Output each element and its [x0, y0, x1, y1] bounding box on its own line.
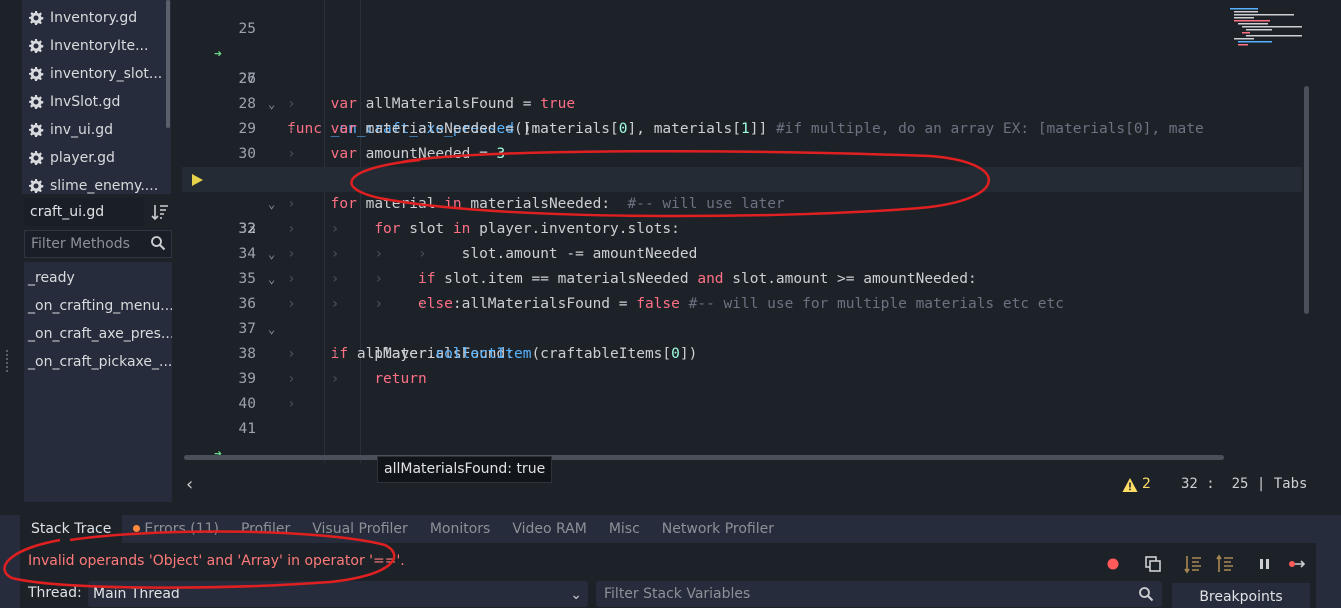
- tab-monitors[interactable]: Monitors: [419, 515, 502, 543]
- code-line: 40: [182, 367, 1302, 412]
- pause-icon[interactable]: [1254, 553, 1276, 575]
- script-item-label: InventoryIte...: [50, 38, 149, 54]
- warning-count[interactable]: 2: [1142, 476, 1151, 492]
- search-icon: [1139, 587, 1154, 602]
- filter-stack-placeholder: Filter Stack Variables: [604, 586, 751, 602]
- code-line: 34 ⌄ › › › else:: [182, 217, 1302, 312]
- filter-stack-variables-input[interactable]: Filter Stack Variables: [596, 581, 1162, 607]
- thread-select-value: Main Thread: [93, 586, 180, 602]
- tab-misc[interactable]: Misc: [598, 515, 651, 543]
- cursor-position: 32 : 25 | Tabs: [1181, 476, 1307, 492]
- debugger-tabs: Stack Trace Errors (11) Profiler Visual …: [20, 515, 785, 543]
- code-line: 28 › var materialsNeeded = [materials[0]…: [182, 67, 1302, 137]
- cursor-line: 32: [1181, 476, 1198, 492]
- script-item[interactable]: inv_ui.gd: [22, 116, 170, 144]
- error-dot-icon: [133, 525, 141, 532]
- tab-errors-label: Errors (11): [144, 521, 219, 537]
- script-panel: Inventory.gd InventoryIte... inventory_s…: [0, 0, 178, 515]
- code-line: 38 › › return: [182, 317, 1302, 387]
- thread-select[interactable]: Main Thread ⌄: [88, 581, 588, 607]
- method-item[interactable]: _on_crafting_menu...: [24, 292, 172, 320]
- code-line: 35 › › › › allMaterialsFound = false #--…: [182, 242, 1302, 312]
- gear-icon: [29, 151, 44, 165]
- indent-mode[interactable]: | Tabs: [1257, 476, 1308, 492]
- panel-split-handle[interactable]: [6, 350, 10, 372]
- tab-errors[interactable]: Errors (11): [122, 515, 230, 543]
- code-line: 31 ⌄ › › for slot in player.inventory.sl…: [182, 142, 1302, 237]
- step-into-icon[interactable]: [1182, 553, 1204, 575]
- tab-network-profiler[interactable]: Network Profiler: [651, 515, 785, 543]
- record-icon[interactable]: [1102, 553, 1124, 575]
- script-item[interactable]: slime_enemy....: [22, 172, 170, 194]
- chevron-left-icon[interactable]: ‹: [186, 474, 193, 495]
- gear-icon: [29, 179, 44, 193]
- warning-icon[interactable]: [1122, 477, 1138, 493]
- tab-breakpoints[interactable]: Breakpoints: [1172, 583, 1310, 608]
- error-message: Invalid operands 'Object' and 'Array' in…: [28, 553, 405, 569]
- tab-visual-profiler[interactable]: Visual Profiler: [301, 515, 419, 543]
- gear-icon: [29, 123, 44, 137]
- editor-vertical-scrollbar[interactable]: [1303, 0, 1311, 452]
- execution-arrow-icon: [192, 174, 203, 186]
- debugger-panel: Stack Trace Errors (11) Profiler Visual …: [0, 515, 1341, 608]
- current-file-name: craft_ui.gd: [24, 198, 144, 226]
- method-list: _ready _on_crafting_menu... _on_craft_ax…: [24, 262, 172, 502]
- sort-icon[interactable]: [150, 202, 170, 222]
- script-item-label: player.gd: [50, 150, 115, 166]
- code-line: 36 ⌄ › if allMaterialsFound:: [182, 267, 1302, 362]
- script-item-label: inventory_slot...: [50, 66, 163, 82]
- gear-icon: [29, 11, 44, 25]
- cursor-column: 25: [1231, 476, 1249, 492]
- tab-stack-trace[interactable]: Stack Trace: [20, 515, 123, 543]
- gear-icon: [29, 39, 44, 53]
- script-list-scrollbar[interactable]: [165, 0, 171, 194]
- code-line: 33 › › › › slot.amount -= amountNeeded: [182, 192, 1302, 262]
- method-item[interactable]: _on_craft_pickaxe_...: [24, 348, 172, 376]
- code-line: 39 ›: [182, 342, 1302, 412]
- script-item-label: Inventory.gd: [50, 10, 138, 26]
- tab-video-ram[interactable]: Video RAM: [501, 515, 598, 543]
- script-list: Inventory.gd InventoryIte... inventory_s…: [22, 0, 170, 194]
- script-item-label: InvSlot.gd: [50, 94, 121, 110]
- code-line-current: 32 ⌄ › › › if slot.item == materialsNeed…: [182, 167, 1302, 287]
- script-item[interactable]: InventoryIte...: [22, 32, 170, 60]
- code-minimap[interactable]: [1228, 0, 1314, 60]
- script-item[interactable]: inventory_slot...: [22, 60, 170, 88]
- gear-icon: [29, 67, 44, 81]
- editor-horizontal-scrollbar[interactable]: [184, 453, 1304, 461]
- editor-status-bar: ‹ 2 32 : 25 | Tabs: [182, 470, 1314, 500]
- copy-icon[interactable]: [1142, 553, 1164, 575]
- code-line: 37 › › player.collectItem(craftableItems…: [182, 292, 1302, 362]
- tab-profiler[interactable]: Profiler: [230, 515, 301, 543]
- method-item[interactable]: _on_craft_axe_pres...: [24, 320, 172, 348]
- code-line: ➜ 26 ⌄ func _on_craft_axe_pressed():: [182, 17, 1302, 137]
- script-item[interactable]: player.gd: [22, 144, 170, 172]
- cursor-separator: :: [1206, 476, 1215, 492]
- code-line: 29 › var amountNeeded = 3: [182, 92, 1302, 162]
- thread-label: Thread:: [28, 585, 82, 601]
- search-icon: [151, 236, 166, 251]
- code-line: ➜ 42 ⌄ func _on_craft_pickaxe_pressed():: [182, 417, 1302, 462]
- script-item-label: inv_ui.gd: [50, 122, 114, 138]
- continue-icon[interactable]: [1286, 553, 1308, 575]
- script-item[interactable]: Inventory.gd: [22, 4, 170, 32]
- code-line: 41: [182, 392, 1302, 437]
- step-over-icon[interactable]: [1214, 553, 1236, 575]
- code-line: 25: [182, 0, 1302, 37]
- code-line: 30 ⌄ › for material in materialsNeeded: …: [182, 117, 1302, 212]
- stack-trace-body: Invalid operands 'Object' and 'Array' in…: [20, 543, 1316, 608]
- code-line: 27 › var allMaterialsFound = true: [182, 42, 1302, 112]
- code-editor[interactable]: 25 ➜ 26 ⌄ func _on_craft_axe_pressed(): …: [182, 0, 1314, 463]
- gear-icon: [29, 95, 44, 109]
- method-item[interactable]: _ready: [24, 264, 172, 292]
- script-item-label: slime_enemy....: [50, 178, 159, 194]
- chevron-down-icon: ⌄: [570, 587, 582, 603]
- script-item[interactable]: InvSlot.gd: [22, 88, 170, 116]
